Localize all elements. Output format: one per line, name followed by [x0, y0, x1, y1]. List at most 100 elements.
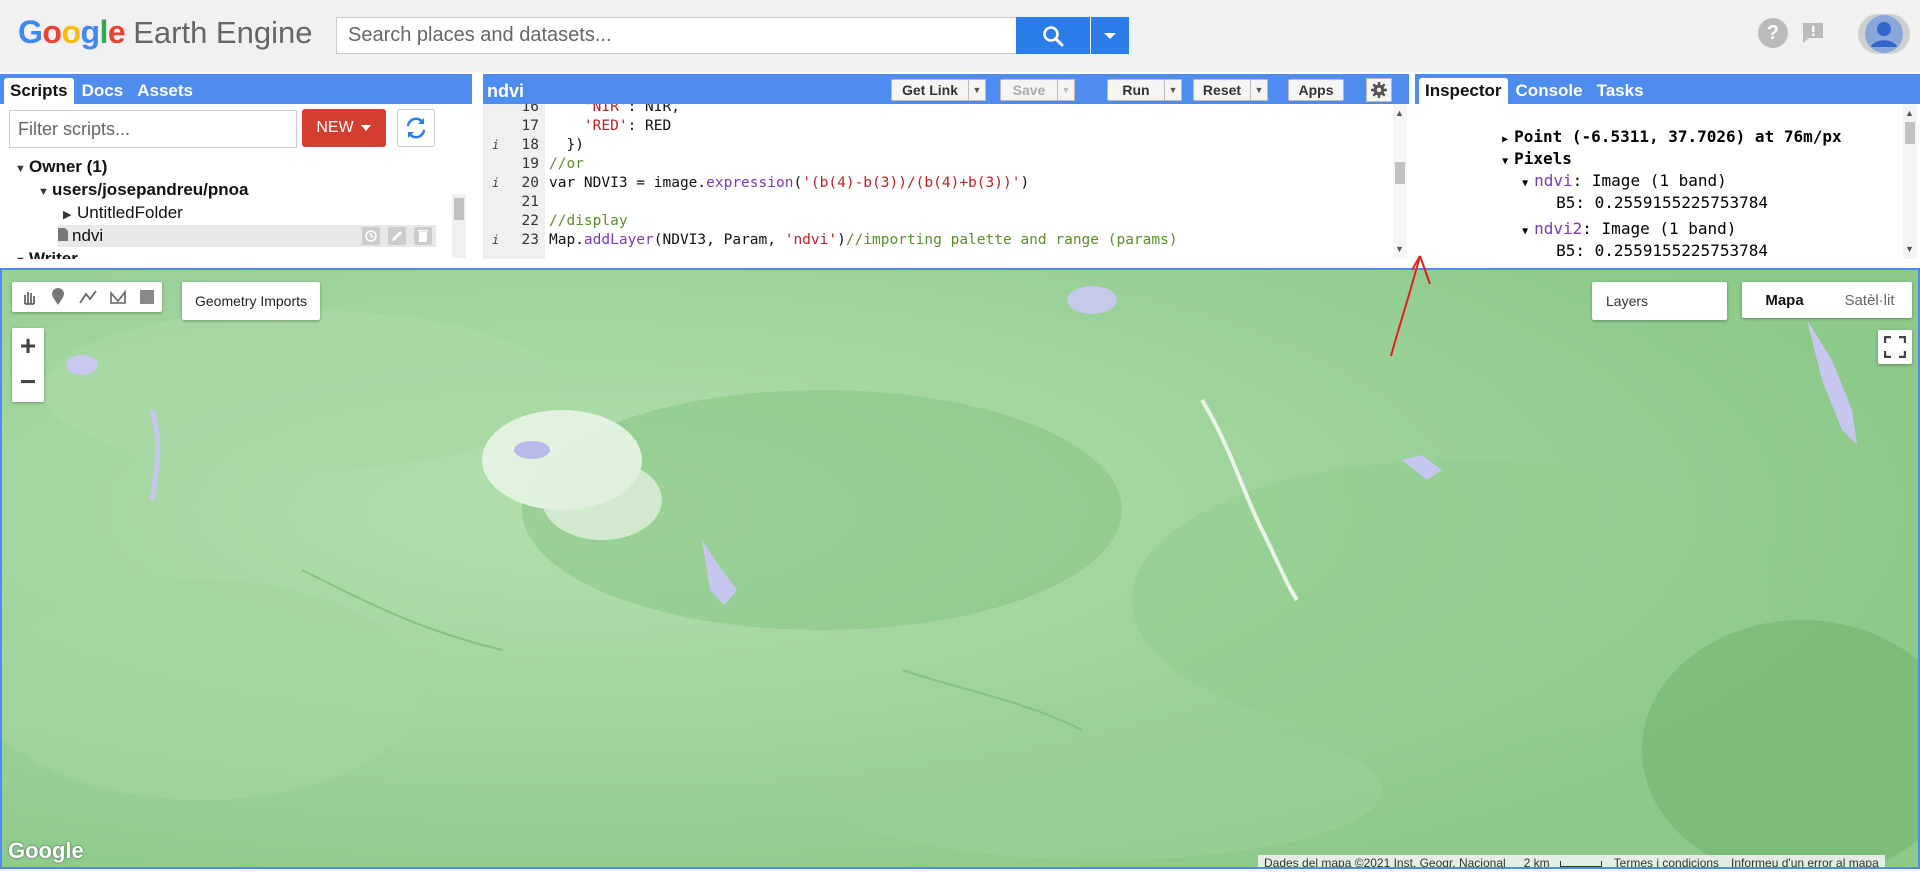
fullscreen-button[interactable]: [1878, 330, 1912, 364]
map-type-satellite[interactable]: Satèl·lit: [1827, 282, 1912, 318]
code-line[interactable]: 23 i Map.addLayer(NDVI3, Param, 'ndvi')//i…: [483, 231, 1393, 250]
reset-dropdown[interactable]: ▼: [1250, 79, 1268, 101]
code-token: ): [837, 232, 846, 248]
inspector-layer-ndvi2[interactable]: ▼ ndvi2: Image (1 band): [1445, 196, 1736, 238]
search-dropdown-button[interactable]: [1091, 17, 1129, 54]
zoom-out-button[interactable]: −: [12, 364, 44, 400]
tab-scripts[interactable]: Scripts: [4, 78, 74, 104]
search-button[interactable]: [1016, 17, 1090, 54]
code-line[interactable]: 21: [483, 193, 1393, 212]
terms-link[interactable]: Termes i condicions: [1608, 856, 1725, 867]
get-link-dropdown[interactable]: ▼: [968, 79, 986, 101]
tree-item-repo[interactable]: ▼ users/josepandreu/pnoa: [38, 179, 249, 201]
code-line[interactable]: 20 i var NDVI3 = image.expression('(b(4)-b…: [483, 174, 1393, 193]
draw-line-icon[interactable]: [73, 282, 103, 312]
info-icon[interactable]: i: [492, 231, 499, 250]
delete-icon[interactable]: [414, 227, 432, 251]
editor-scrollbar[interactable]: ▲ ▼: [1393, 104, 1407, 259]
tab-inspector[interactable]: Inspector: [1419, 78, 1508, 104]
scrollbar-thumb[interactable]: [1905, 122, 1915, 144]
geometry-imports-button[interactable]: Geometry Imports: [182, 282, 320, 320]
feedback-icon[interactable]: [1798, 18, 1828, 48]
map-type-mapa[interactable]: Mapa: [1742, 282, 1827, 318]
inspector-point-row[interactable]: ▶ Point (-6.5311, 37.7026) at 76m/px: [1425, 104, 1842, 146]
run-dropdown[interactable]: ▼: [1164, 79, 1182, 101]
inspector-pixels-row[interactable]: ▼ Pixels: [1425, 126, 1572, 168]
zoom-in-button[interactable]: +: [12, 328, 44, 364]
gear-icon: [1371, 82, 1387, 98]
help-icon[interactable]: ?: [1758, 18, 1788, 48]
tree-item-folder[interactable]: ▶ UntitledFolder: [63, 202, 183, 224]
tree-item-owner[interactable]: ▼ Owner (1): [15, 156, 107, 178]
code-token: //display: [549, 213, 628, 229]
scrollbar-thumb[interactable]: [1395, 162, 1405, 184]
ndvi-map-imagery: [2, 270, 1918, 867]
search-icon: [1043, 25, 1064, 46]
info-icon[interactable]: i: [492, 136, 499, 155]
triangle-down-icon[interactable]: ▼: [38, 181, 52, 203]
code-line[interactable]: 19 //or: [483, 155, 1393, 174]
code-token: '(b(4)-b(3))/(b(4)+b(3))': [802, 175, 1021, 191]
scroll-up-icon[interactable]: ▲: [1905, 108, 1914, 118]
line-number: 19: [521, 156, 539, 172]
google-logo[interactable]: Google: [8, 838, 84, 864]
search-box[interactable]: [336, 17, 1017, 54]
refresh-icon: [406, 117, 426, 139]
tab-tasks[interactable]: Tasks: [1591, 78, 1650, 104]
filter-scripts-box[interactable]: [9, 110, 297, 148]
tree-item-ndvi-script[interactable]: ndvi: [58, 225, 436, 247]
filter-scripts-input[interactable]: [10, 118, 296, 140]
code-editor-panel: ndvi Get Link ▼ Save ▼ Run ▼ Reset ▼ App…: [483, 74, 1409, 259]
code-line[interactable]: 17 'RED': RED: [483, 117, 1393, 136]
inspector-panel-tabs: Inspector Console Tasks: [1415, 74, 1920, 104]
search-input[interactable]: [337, 18, 1016, 53]
code-line[interactable]: 16 'NIR': NIR,: [483, 104, 1393, 117]
tree-item-writer[interactable]: ▼Writer: [15, 248, 78, 259]
code-line[interactable]: 22 //display: [483, 212, 1393, 231]
get-link-button[interactable]: Get Link: [891, 79, 969, 101]
report-error-link[interactable]: Informeu d'un error al mapa: [1725, 856, 1885, 867]
inspector-band-value: B5: 0.2559155225753784: [1556, 193, 1768, 212]
inspector-band-value: B5: 0.2559155225753784: [1556, 241, 1768, 259]
inspector-layer-ndvi[interactable]: ▼ ndvi: Image (1 band): [1445, 148, 1727, 190]
zoom-control: + −: [12, 328, 44, 402]
triangle-right-icon[interactable]: ▶: [63, 204, 77, 226]
draw-polygon-icon[interactable]: [103, 282, 133, 312]
scroll-down-icon[interactable]: ▼: [1905, 244, 1914, 254]
code-area[interactable]: 16 'NIR': NIR, 17 'RED': RED 18 i }) 19//or 2…: [483, 104, 1393, 259]
settings-button[interactable]: [1366, 78, 1392, 102]
save-button[interactable]: Save: [1000, 79, 1058, 101]
triangle-down-icon[interactable]: ▼: [15, 250, 29, 259]
draw-rectangle-icon[interactable]: [132, 282, 162, 312]
rename-icon[interactable]: [388, 227, 406, 251]
earth-engine-logo[interactable]: Google Earth Engine: [18, 14, 312, 58]
hand-pan-icon[interactable]: [14, 282, 44, 312]
tab-docs[interactable]: Docs: [76, 78, 130, 104]
code-token: 'RED': [583, 118, 628, 134]
refresh-button[interactable]: [397, 109, 435, 147]
layers-button[interactable]: Layers: [1592, 282, 1727, 320]
inspector-scrollbar[interactable]: ▲ ▼: [1903, 104, 1917, 259]
line-number: 17: [521, 118, 539, 134]
scroll-up-icon[interactable]: ▲: [1395, 108, 1404, 118]
info-icon[interactable]: i: [492, 174, 499, 193]
marker-point-icon[interactable]: [44, 282, 74, 312]
run-button[interactable]: Run: [1107, 79, 1165, 101]
script-tree: ▼ Owner (1) ▼ users/josepandreu/pnoa ▶ Unti…: [0, 154, 450, 259]
code-text: //or: [549, 155, 584, 174]
map-canvas[interactable]: Geometry Imports + − Layers Mapa Satèl·l…: [0, 268, 1920, 869]
apps-button[interactable]: Apps: [1288, 79, 1344, 101]
scrollbar-thumb[interactable]: [454, 198, 464, 220]
scale-bar: 2 km: [1512, 856, 1608, 867]
history-icon[interactable]: [362, 227, 380, 251]
triangle-down-icon[interactable]: ▼: [15, 158, 29, 180]
account-avatar[interactable]: [1858, 14, 1910, 54]
reset-button[interactable]: Reset: [1193, 79, 1251, 101]
code-line[interactable]: 18 i }): [483, 136, 1393, 155]
save-dropdown[interactable]: ▼: [1057, 79, 1075, 101]
scripts-scrollbar[interactable]: [452, 194, 466, 258]
new-button[interactable]: NEW: [302, 109, 386, 147]
tab-assets[interactable]: Assets: [131, 78, 199, 104]
tab-console[interactable]: Console: [1510, 78, 1589, 104]
